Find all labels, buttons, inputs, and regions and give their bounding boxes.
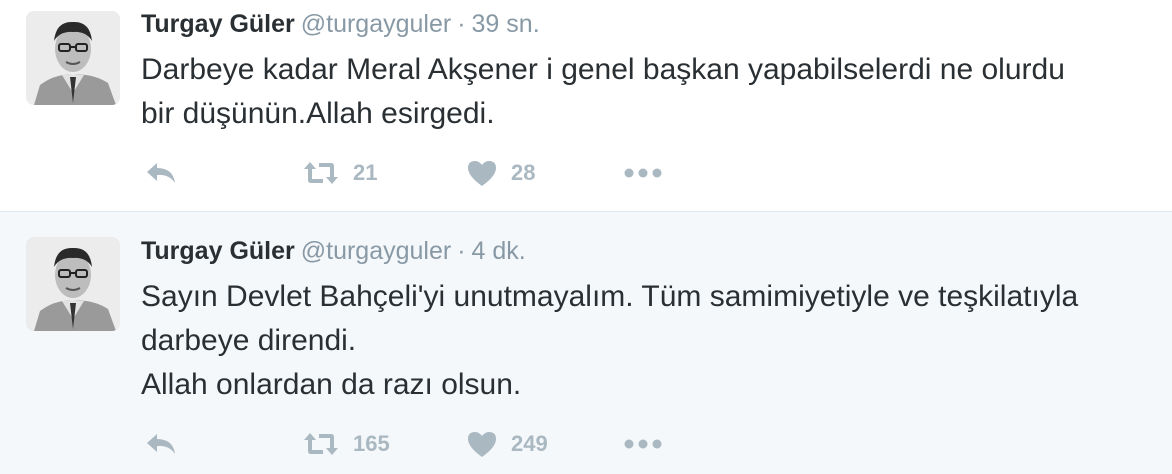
separator: · — [457, 237, 466, 265]
tweet-actions: 165 249 — [141, 428, 841, 460]
retweet-icon — [304, 162, 338, 184]
heart-icon — [468, 432, 496, 457]
like-count: 249 — [511, 431, 548, 456]
like-count: 28 — [511, 160, 536, 185]
tweet-header: Turgay Güler @turgayguler · 4 dk. — [141, 237, 526, 266]
timestamp[interactable]: 4 dk. — [472, 237, 526, 265]
more-button[interactable] — [623, 157, 663, 189]
more-button[interactable] — [623, 428, 663, 460]
tweet-text-line: Sayın Devlet Bahçeli'yi unutmayalım. Tüm… — [141, 280, 1079, 313]
retweet-button[interactable]: 21 — [303, 157, 377, 189]
avatar[interactable] — [26, 11, 120, 105]
like-button[interactable]: 28 — [467, 157, 535, 189]
tweet-text-line: Darbeye kadar Meral Akşener i genel başk… — [141, 53, 1065, 86]
author-name[interactable]: Turgay Güler — [141, 237, 295, 265]
retweet-count: 21 — [353, 160, 378, 185]
retweet-count: 165 — [353, 431, 390, 456]
retweet-icon — [304, 433, 338, 455]
reply-arrow-icon — [147, 434, 175, 454]
avatar[interactable] — [26, 237, 120, 331]
author-handle[interactable]: @turgayguler — [301, 10, 451, 38]
tweet-actions: 21 28 — [141, 157, 841, 189]
tweet[interactable]: Turgay Güler @turgayguler · 4 dk. Sayın Dev… — [0, 212, 1172, 474]
like-button[interactable]: 249 — [467, 428, 548, 460]
tweet-text-line: darbeye direndi. — [141, 324, 357, 357]
tweet-text: Sayın Devlet Bahçeli'yi unutmayalım. Tüm… — [141, 275, 1161, 407]
reply-button[interactable] — [145, 428, 177, 460]
timestamp[interactable]: 39 sn. — [472, 10, 540, 38]
tweet-text: Darbeye kadar Meral Akşener i genel başk… — [141, 48, 1161, 136]
author-handle[interactable]: @turgayguler — [301, 237, 451, 265]
tweet-text-line: Allah onlardan da razı olsun. — [141, 368, 522, 401]
tweet-text-line: bir düşünün.Allah esirgedi. — [141, 97, 495, 130]
retweet-button[interactable]: 165 — [303, 428, 390, 460]
reply-arrow-icon — [147, 163, 175, 183]
reply-button[interactable] — [145, 157, 177, 189]
tweet-header: Turgay Güler @turgayguler · 39 sn. — [141, 10, 540, 39]
heart-icon — [468, 161, 496, 186]
ellipsis-icon — [624, 439, 662, 449]
separator: · — [457, 10, 466, 38]
tweet[interactable]: Turgay Güler @turgayguler · 39 sn. Darbeye … — [0, 0, 1172, 212]
ellipsis-icon — [624, 168, 662, 178]
author-name[interactable]: Turgay Güler — [141, 10, 295, 38]
